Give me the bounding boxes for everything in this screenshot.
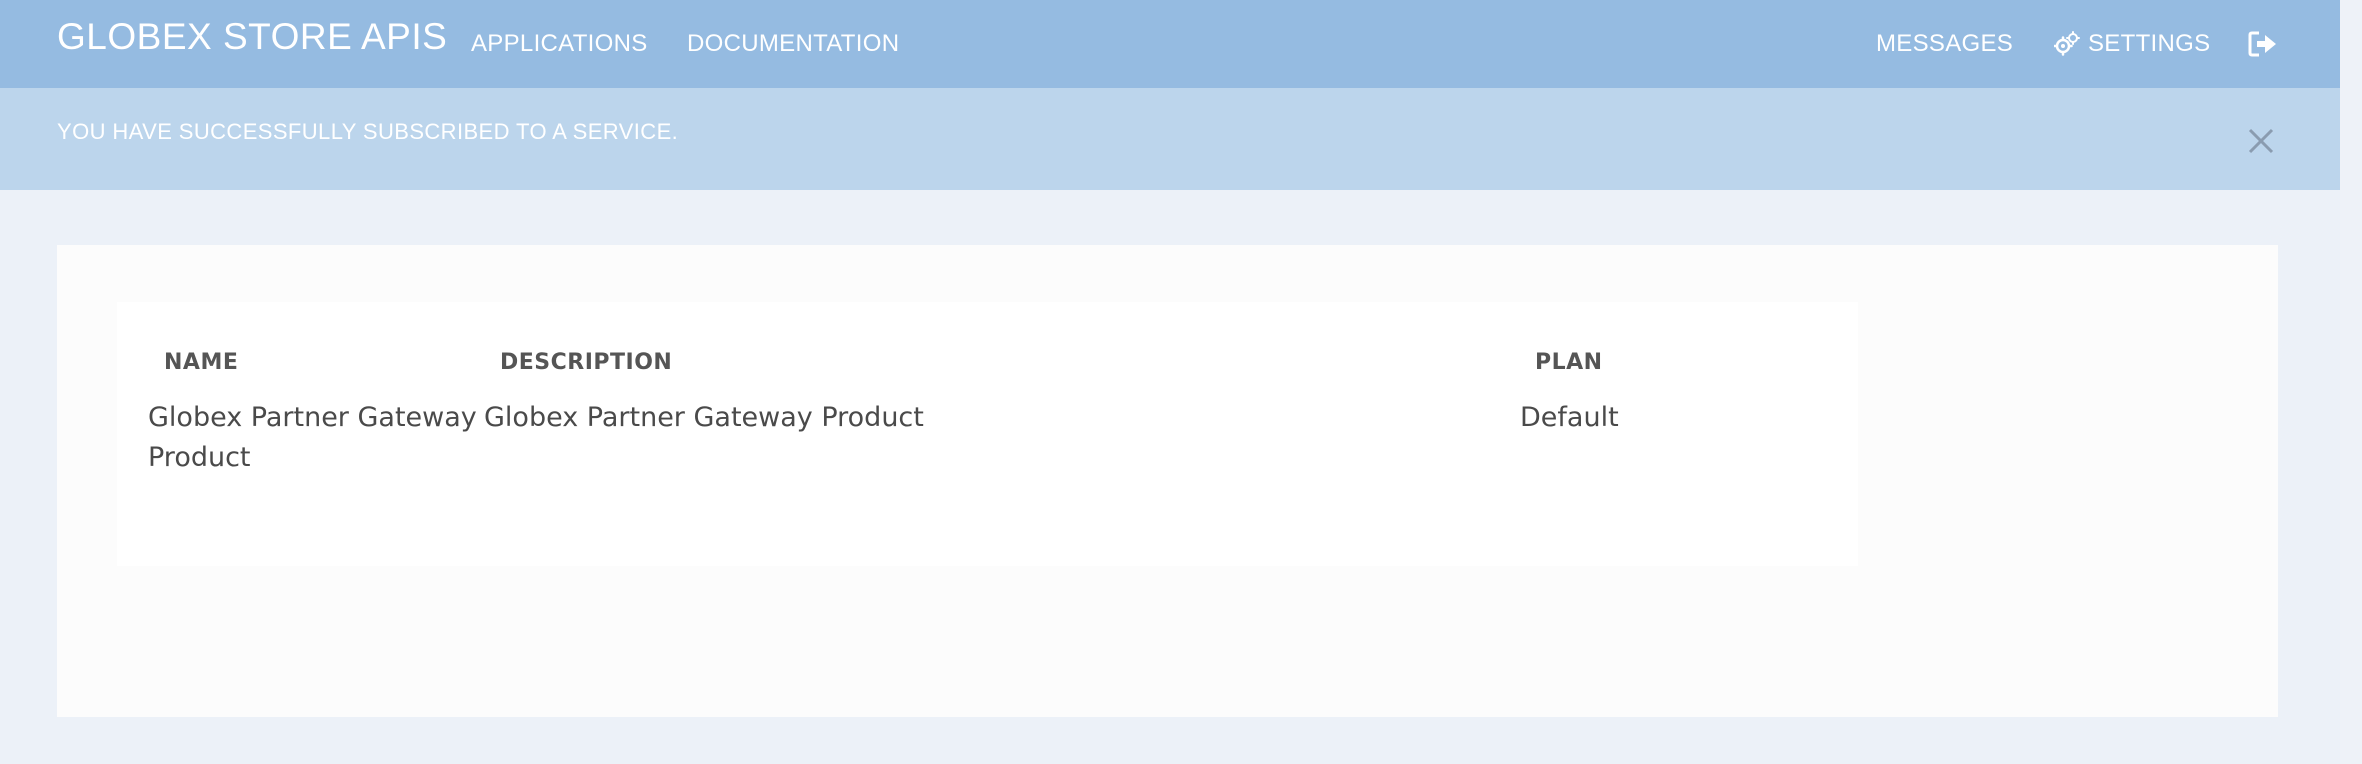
alert-message: YOU HAVE SUCCESSFULLY SUBSCRIBED TO A SE… — [57, 119, 679, 144]
gears-icon — [2053, 31, 2080, 57]
column-header-plan: PLAN — [1535, 350, 1603, 375]
settings-label: SETTINGS — [2088, 30, 2211, 57]
column-header-description: DESCRIPTION — [500, 350, 673, 375]
close-icon[interactable] — [2246, 126, 2276, 156]
nav-messages[interactable]: MESSAGES — [1876, 30, 2013, 58]
brand-title[interactable]: GLOBEX STORE APIS — [57, 16, 447, 58]
cell-description: Globex Partner Gateway Product — [484, 402, 924, 433]
nav-documentation[interactable]: DOCUMENTATION — [687, 30, 899, 58]
nav-applications[interactable]: APPLICATIONS — [471, 30, 648, 58]
top-navbar: GLOBEX STORE APIS APPLICATIONS DOCUMENTA… — [0, 0, 2362, 88]
nav-settings[interactable]: SETTINGS — [2053, 30, 2211, 58]
page-scrollbar[interactable] — [2340, 0, 2362, 764]
column-header-name: NAME — [164, 350, 239, 375]
cell-name: Globex Partner Gateway Product — [148, 402, 477, 473]
success-alert: YOU HAVE SUCCESSFULLY SUBSCRIBED TO A SE… — [0, 88, 2362, 190]
sign-out-icon[interactable] — [2248, 30, 2278, 58]
cell-plan: Default — [1520, 402, 1619, 433]
